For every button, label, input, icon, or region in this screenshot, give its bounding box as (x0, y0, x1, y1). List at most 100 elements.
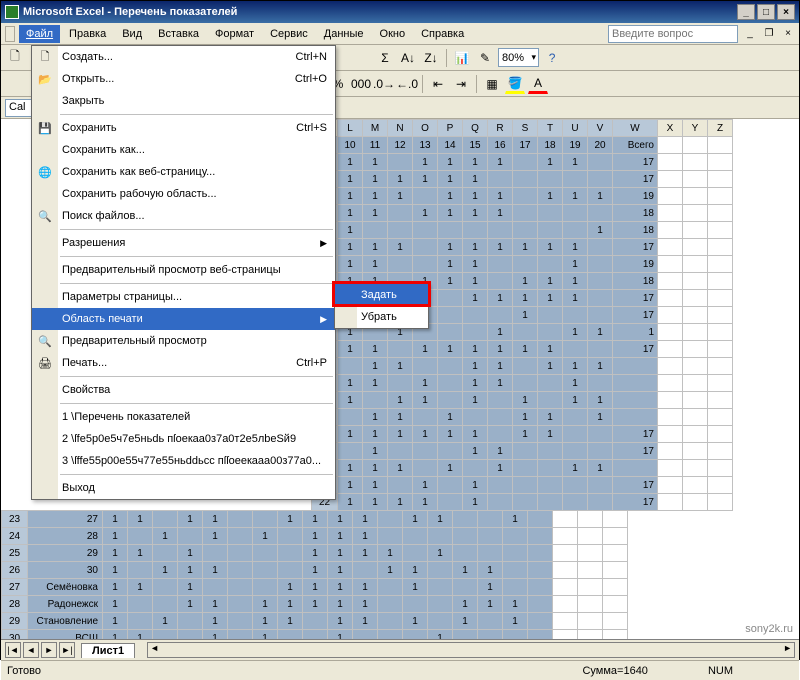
cell[interactable] (528, 579, 553, 596)
cell[interactable]: 1 (463, 358, 488, 375)
cell[interactable]: 1 (363, 426, 388, 443)
cell[interactable] (563, 171, 588, 188)
cell[interactable]: 1 (363, 460, 388, 477)
cell[interactable] (438, 494, 463, 511)
cell[interactable]: 1 (363, 171, 388, 188)
row-header[interactable]: 24 (2, 528, 28, 545)
cell[interactable]: 14 (438, 137, 463, 154)
cell[interactable] (353, 630, 378, 640)
cell[interactable] (578, 630, 603, 640)
comma-icon[interactable]: 000 (351, 74, 371, 94)
cell[interactable] (463, 222, 488, 239)
cell[interactable] (388, 375, 413, 392)
maximize-button[interactable]: □ (757, 4, 775, 20)
row-header[interactable]: 30 (2, 630, 28, 640)
cell[interactable] (588, 443, 613, 460)
cell[interactable] (538, 477, 563, 494)
dec-decimal-icon[interactable]: ←.0 (397, 74, 417, 94)
cell[interactable]: 1 (563, 375, 588, 392)
cell[interactable] (538, 171, 563, 188)
cell[interactable] (403, 545, 428, 562)
cell[interactable] (513, 205, 538, 222)
cell[interactable] (438, 477, 463, 494)
sort-desc-icon[interactable]: Z↓ (421, 48, 441, 68)
row-header[interactable]: 25 (2, 545, 28, 562)
column-header[interactable]: M (363, 120, 388, 137)
cell[interactable]: 1 (338, 205, 363, 222)
cell[interactable] (578, 545, 603, 562)
cell[interactable] (428, 528, 453, 545)
tab-nav-prev[interactable]: ◄ (23, 642, 39, 658)
cell[interactable] (683, 460, 708, 477)
cell[interactable] (338, 409, 363, 426)
cell[interactable]: 1 (438, 409, 463, 426)
cell[interactable]: 13 (413, 137, 438, 154)
cell[interactable]: 1 (338, 239, 363, 256)
cell[interactable] (588, 273, 613, 290)
cell[interactable] (478, 528, 503, 545)
column-header[interactable]: O (413, 120, 438, 137)
cell[interactable]: 1 (488, 443, 513, 460)
cell[interactable]: 1 (413, 341, 438, 358)
cell[interactable] (708, 188, 733, 205)
cell[interactable]: 1 (338, 341, 363, 358)
drawing-icon[interactable]: ✎ (475, 48, 495, 68)
cell[interactable] (488, 409, 513, 426)
cell[interactable] (403, 528, 428, 545)
cell[interactable]: 1 (338, 426, 363, 443)
cell[interactable]: 1 (488, 375, 513, 392)
cell[interactable] (228, 511, 253, 528)
cell[interactable]: 1 (513, 307, 538, 324)
column-header[interactable]: L (338, 120, 363, 137)
cell[interactable] (128, 562, 153, 579)
cell[interactable] (708, 375, 733, 392)
cell[interactable] (538, 443, 563, 460)
cell[interactable] (513, 460, 538, 477)
cell[interactable]: 1 (388, 460, 413, 477)
cell[interactable]: 17 (613, 239, 658, 256)
cell[interactable] (388, 477, 413, 494)
cell[interactable] (708, 290, 733, 307)
menu-save-workspace[interactable]: Сохранить рабочую область... (32, 183, 335, 205)
cell[interactable]: 1 (538, 188, 563, 205)
cell[interactable]: 1 (438, 460, 463, 477)
cell[interactable] (658, 375, 683, 392)
new-icon[interactable]: 🗋 (5, 48, 25, 68)
cell[interactable]: 1 (488, 460, 513, 477)
cell[interactable] (658, 392, 683, 409)
cell[interactable] (478, 545, 503, 562)
cell[interactable]: 1 (488, 290, 513, 307)
cell[interactable] (613, 460, 658, 477)
cell[interactable]: 1 (328, 579, 353, 596)
cell[interactable] (463, 409, 488, 426)
cell[interactable] (413, 222, 438, 239)
cell[interactable] (708, 171, 733, 188)
cell[interactable] (413, 409, 438, 426)
cell[interactable] (553, 545, 578, 562)
cell[interactable] (363, 222, 388, 239)
menu-window[interactable]: Окно (373, 25, 413, 43)
cell[interactable]: 1 (588, 460, 613, 477)
cell[interactable] (708, 307, 733, 324)
cell[interactable]: 1 (428, 630, 453, 640)
cell[interactable] (603, 613, 628, 630)
cell[interactable]: 1 (338, 154, 363, 171)
cell[interactable]: 1 (203, 613, 228, 630)
cell[interactable]: 1 (588, 358, 613, 375)
cell[interactable]: 1 (463, 290, 488, 307)
cell[interactable] (228, 630, 253, 640)
cell[interactable] (578, 579, 603, 596)
cell[interactable]: 1 (303, 511, 328, 528)
sheet-tab-1[interactable]: Лист1 (81, 643, 135, 658)
cell[interactable] (553, 630, 578, 640)
cell[interactable]: 1 (463, 426, 488, 443)
cell[interactable]: 1 (403, 613, 428, 630)
cell[interactable]: 1 (178, 596, 203, 613)
cell[interactable]: 1 (463, 205, 488, 222)
chart-icon[interactable]: 📊 (452, 48, 472, 68)
cell[interactable] (428, 596, 453, 613)
menu-tools[interactable]: Сервис (263, 25, 315, 43)
cell[interactable] (228, 596, 253, 613)
cell[interactable]: 1 (253, 613, 278, 630)
cell[interactable] (683, 239, 708, 256)
